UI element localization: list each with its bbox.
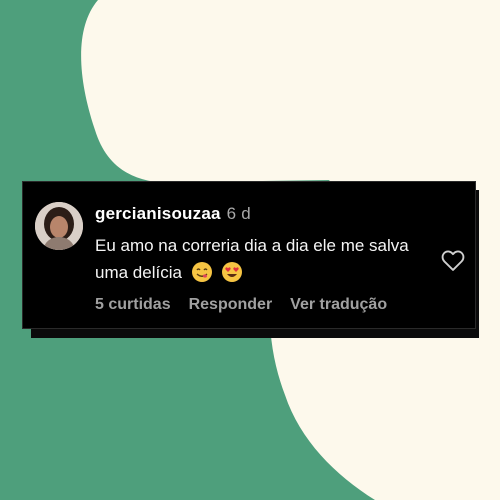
username[interactable]: gercianisouzaa xyxy=(95,204,221,223)
heart-eyes-emoji xyxy=(221,261,243,291)
comment-header: gercianisouzaa 6 d xyxy=(95,204,251,224)
likes-count-link[interactable]: 5 curtidas xyxy=(95,296,171,313)
timestamp: 6 d xyxy=(226,204,251,223)
comment-text: Eu amo na correria dia a dia ele me salv… xyxy=(95,236,409,282)
reply-button[interactable]: Responder xyxy=(189,296,273,313)
comment-text-block: Eu amo na correria dia a dia ele me salv… xyxy=(95,232,415,291)
see-translation-link[interactable]: Ver tradução xyxy=(290,296,387,313)
heart-outline-icon[interactable] xyxy=(439,246,467,274)
comment-card: gercianisouzaa 6 d Eu amo na correria dia… xyxy=(22,181,476,329)
comment-actions: 5 curtidas Responder Ver tradução xyxy=(95,296,405,314)
avatar[interactable] xyxy=(35,202,83,250)
face-savoring-food-emoji xyxy=(191,261,213,291)
